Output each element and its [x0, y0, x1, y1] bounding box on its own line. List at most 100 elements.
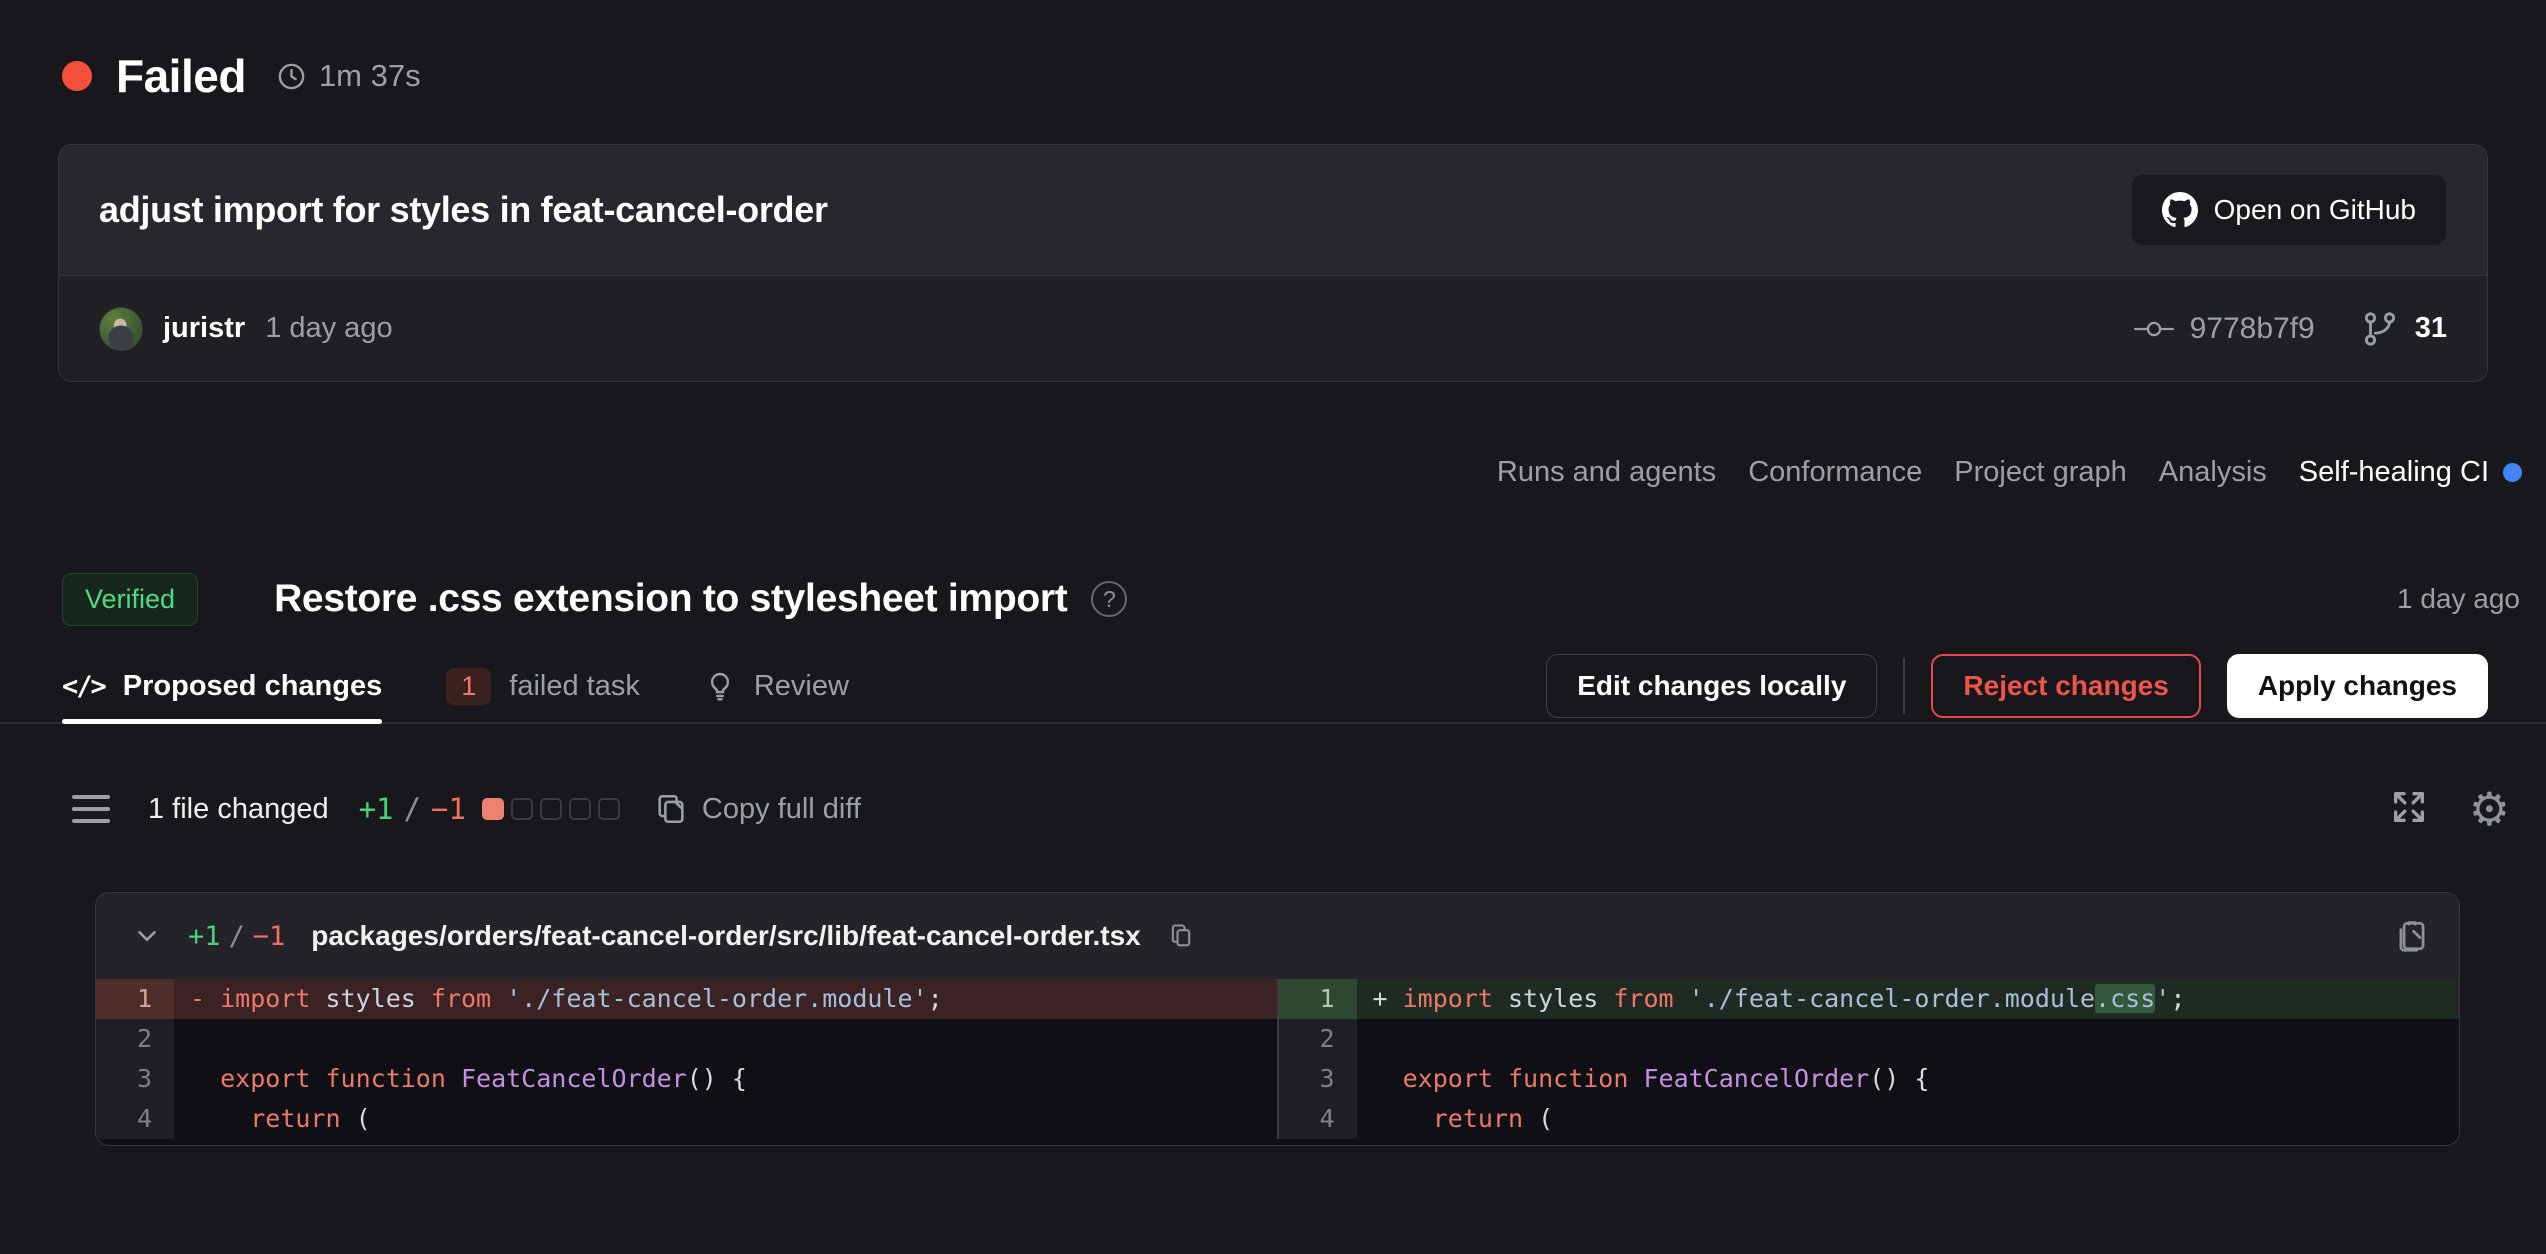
- diff-toolbar-right: ⚙: [2389, 786, 2510, 832]
- commit-card-meta-row: juristr 1 day ago 9778b7f9: [59, 275, 2487, 381]
- tab-proposed-changes[interactable]: </> Proposed changes: [62, 650, 382, 722]
- diff-progress-square: [598, 798, 620, 820]
- line-number: 4: [1279, 1099, 1357, 1139]
- gear-icon[interactable]: ⚙: [2469, 786, 2510, 832]
- commit-card: adjust import for styles in feat-cancel-…: [58, 144, 2488, 382]
- fix-time-ago: 1 day ago: [2397, 583, 2520, 615]
- fix-tabs-row: </> Proposed changes 1 failed task Revie…: [0, 650, 2546, 724]
- commit-sha-group: 9778b7f9: [2134, 312, 2315, 346]
- new-feature-dot-icon: [2503, 463, 2522, 482]
- line-number: 1: [96, 979, 174, 1019]
- tab-review[interactable]: Review: [704, 650, 849, 722]
- run-status-header: Failed 1m 37s: [0, 0, 2546, 106]
- reject-changes-button[interactable]: Reject changes: [1931, 654, 2200, 718]
- code-text: [174, 1019, 1277, 1059]
- diff-line: 2: [96, 1019, 1277, 1059]
- help-icon[interactable]: ?: [1091, 581, 1127, 617]
- open-on-github-button[interactable]: Open on GitHub: [2131, 174, 2447, 246]
- diff-progress: [482, 798, 620, 820]
- line-number: 4: [96, 1099, 174, 1139]
- diff-line: 4 return (: [96, 1099, 1277, 1139]
- failed-count-badge: 1: [446, 668, 491, 705]
- copy-file-diff-icon[interactable]: [2393, 917, 2431, 955]
- run-duration: 1m 37s: [276, 58, 421, 94]
- fix-actions: Edit changes locally Reject changes Appl…: [1546, 654, 2488, 718]
- commit-icon: [2134, 317, 2174, 341]
- apply-changes-button[interactable]: Apply changes: [2227, 654, 2488, 718]
- commit-meta: 9778b7f9 31: [2134, 310, 2447, 348]
- author-name: juristr: [163, 312, 245, 345]
- nav-item-self-healing-ci[interactable]: Self-healing CI: [2299, 456, 2522, 489]
- code-icon: </>: [62, 671, 105, 702]
- diff-pane-after: 1+ import styles from './feat-cancel-ord…: [1277, 979, 2460, 1139]
- deletions-count: −1: [431, 792, 466, 826]
- file-path: packages/orders/feat-cancel-order/src/li…: [311, 920, 1140, 952]
- nav-item-conformance[interactable]: Conformance: [1748, 456, 1922, 489]
- code-text: return (: [1357, 1099, 2460, 1139]
- diff-line: 3 export function FeatCancelOrder() {: [1279, 1059, 2460, 1099]
- diff-stats: +1 / −1: [359, 792, 466, 826]
- author-avatar: [99, 307, 143, 351]
- nav-item-analysis[interactable]: Analysis: [2159, 456, 2267, 489]
- top-nav: Runs and agents Conformance Project graph A…: [0, 454, 2546, 490]
- edit-changes-locally-button[interactable]: Edit changes locally: [1546, 654, 1877, 718]
- copy-icon: [654, 792, 688, 826]
- diff-line: 3 export function FeatCancelOrder() {: [96, 1059, 1277, 1099]
- lightbulb-icon: [704, 670, 736, 702]
- commit-time-ago: 1 day ago: [265, 312, 392, 345]
- code-text: return (: [174, 1099, 1277, 1139]
- fix-header: Verified Restore .css extension to style…: [0, 570, 2546, 628]
- commit-title: adjust import for styles in feat-cancel-…: [99, 189, 828, 231]
- open-on-github-label: Open on GitHub: [2214, 194, 2416, 226]
- branch-count-group: 31: [2361, 310, 2447, 348]
- code-text: [1357, 1019, 2460, 1059]
- file-diff-stats: +1 / −1: [188, 921, 285, 952]
- code-text: export function FeatCancelOrder() {: [174, 1059, 1277, 1099]
- file-list-menu-icon[interactable]: [72, 795, 110, 823]
- copy-full-diff-button[interactable]: Copy full diff: [654, 792, 861, 826]
- self-healing-ci-page: Failed 1m 37s adjust import for styles i…: [0, 0, 2546, 1254]
- run-status-label: Failed: [116, 49, 246, 103]
- diff-line: 1+ import styles from './feat-cancel-ord…: [1279, 979, 2460, 1019]
- branch-count: 31: [2415, 312, 2447, 345]
- fix-tabs: </> Proposed changes 1 failed task Revie…: [62, 650, 849, 722]
- diff-body: 1- import styles from './feat-cancel-ord…: [96, 979, 2459, 1145]
- chevron-down-icon[interactable]: [132, 921, 162, 951]
- copy-full-diff-label: Copy full diff: [702, 793, 861, 826]
- diff-pane-before: 1- import styles from './feat-cancel-ord…: [96, 979, 1277, 1139]
- line-number: 2: [96, 1019, 174, 1059]
- diff-line: 1- import styles from './feat-cancel-ord…: [96, 979, 1277, 1019]
- code-text: - import styles from './feat-cancel-orde…: [174, 979, 1277, 1019]
- tab-review-label: Review: [754, 670, 849, 703]
- diff-progress-square: [569, 798, 591, 820]
- diff-line: 4 return (: [1279, 1099, 2460, 1139]
- nav-item-project-graph[interactable]: Project graph: [1954, 456, 2127, 489]
- tab-failed-task[interactable]: 1 failed task: [446, 650, 640, 722]
- github-icon: [2162, 192, 2198, 228]
- failed-status-dot-icon: [62, 61, 92, 91]
- clock-icon: [276, 61, 307, 92]
- diff-container: +1 / −1 packages/orders/feat-cancel-orde…: [95, 892, 2460, 1146]
- code-text: export function FeatCancelOrder() {: [1357, 1059, 2460, 1099]
- diff-toolbar: 1 file changed +1 / −1 Copy full diff: [0, 774, 2546, 844]
- tab-failed-task-label: failed task: [509, 670, 640, 703]
- code-text: + import styles from './feat-cancel-orde…: [1357, 979, 2460, 1019]
- line-number: 3: [1279, 1059, 1357, 1099]
- additions-count: +1: [359, 792, 394, 826]
- actions-divider: [1903, 658, 1905, 714]
- fullscreen-icon[interactable]: [2389, 787, 2429, 832]
- diff-progress-square: [511, 798, 533, 820]
- commit-card-header: adjust import for styles in feat-cancel-…: [59, 145, 2487, 275]
- diff-line: 2: [1279, 1019, 2460, 1059]
- copy-path-icon[interactable]: [1167, 922, 1195, 950]
- verified-badge: Verified: [62, 573, 198, 626]
- commit-sha: 9778b7f9: [2190, 312, 2315, 346]
- files-changed-label: 1 file changed: [148, 793, 329, 826]
- git-branch-icon: [2361, 310, 2399, 348]
- nav-item-runs-and-agents[interactable]: Runs and agents: [1497, 456, 1716, 489]
- fix-title: Restore .css extension to stylesheet imp…: [274, 577, 1067, 621]
- line-number: 3: [96, 1059, 174, 1099]
- diff-progress-square: [540, 798, 562, 820]
- diff-progress-square: [482, 798, 504, 820]
- line-number: 2: [1279, 1019, 1357, 1059]
